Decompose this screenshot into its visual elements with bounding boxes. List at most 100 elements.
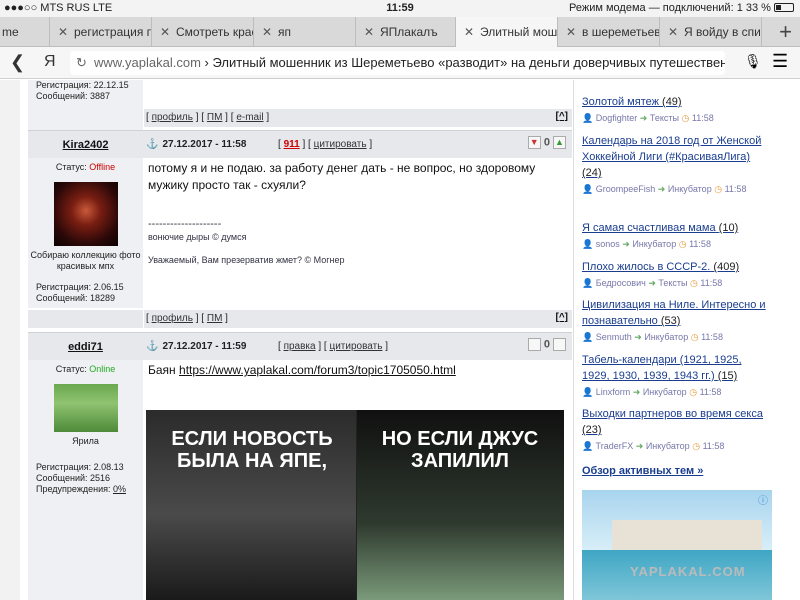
ad-info-icon[interactable]: ⓘ bbox=[758, 492, 768, 507]
post-rating: 0 bbox=[527, 338, 566, 351]
post-text: Баян https://www.yaplakal.com/forum3/top… bbox=[148, 363, 456, 377]
signature-line-2: Уважаемый, Вам презерватив жмет? © Могне… bbox=[148, 255, 345, 265]
modem-status: Режим модема — подключений: 1 33 % bbox=[569, 2, 794, 14]
url-page-title: Элитный мошенник из Шереметьево «разводи… bbox=[212, 55, 726, 70]
username-link[interactable]: eddi71 bbox=[28, 341, 143, 353]
topic-link[interactable]: https://www.yaplakal.com/forum3/topic170… bbox=[179, 363, 456, 377]
sidebar-topic: Выходки партнеров во время секса (23) 👤 … bbox=[582, 408, 763, 451]
url-domain: www.yaplakal.com bbox=[94, 55, 201, 70]
quote-link[interactable]: цитировать bbox=[314, 139, 367, 150]
close-icon[interactable]: ✕ bbox=[262, 17, 272, 47]
clock-icon: ◷ bbox=[714, 184, 723, 194]
url-field[interactable]: ↻ www.yaplakal.com › Элитный мошенник из… bbox=[70, 51, 725, 75]
thumb-up-icon[interactable] bbox=[553, 338, 566, 351]
menu-icon[interactable]: ☰ bbox=[772, 51, 788, 72]
post-text: потому я и не подаю. за работу денег дат… bbox=[148, 161, 536, 192]
user-status: Статус: Online bbox=[55, 364, 116, 374]
ios-status-bar: ●●●○○ MTS RUS LTE 11:59 Режим модема — п… bbox=[0, 0, 800, 17]
tab-0[interactable]: me bbox=[0, 17, 50, 47]
close-icon[interactable]: ✕ bbox=[160, 17, 170, 47]
address-bar-row: ❮ Я ↻ www.yaplakal.com › Элитный мошенни… bbox=[0, 47, 800, 79]
sidebar-topic: Я самая счастливая мама (10) 👤 sonos ➜ И… bbox=[582, 222, 739, 249]
user-info: Регистрация: 2.08.13 Сообщений: 2516 Пре… bbox=[36, 462, 126, 494]
tab-7[interactable]: ✕ Я войду в спис bbox=[660, 17, 762, 47]
anchor-icon[interactable]: ⚓ bbox=[146, 341, 158, 352]
prev-post-footer: [ профиль ] [ ПМ ] [ e-mail ] [^] bbox=[144, 109, 572, 127]
sidebar-topic: Табель-календари (1921, 1925, 1929, 1930… bbox=[582, 354, 742, 397]
scroll-top-link[interactable]: [^] bbox=[556, 111, 569, 122]
post-header: Kira2402 ⚓ 27.12.2017 - 11:58 [ 911 ] [ ц… bbox=[28, 130, 572, 158]
tab-4[interactable]: ✕ ЯПлакалъ bbox=[356, 17, 456, 47]
tab-5-active[interactable]: ✕ Элитный мош bbox=[456, 17, 558, 47]
user-info: Регистрация: 2.06.15 Сообщений: 18289 bbox=[36, 282, 124, 303]
reload-icon[interactable]: ↻ bbox=[76, 51, 87, 75]
username-link[interactable]: Kira2402 bbox=[28, 139, 143, 151]
close-icon[interactable]: ✕ bbox=[58, 17, 68, 47]
page-content: Регистрация: 22.12.15 Сообщений: 3887 [ … bbox=[0, 80, 800, 600]
user-status: Статус: Offline bbox=[55, 162, 116, 172]
avatar[interactable] bbox=[54, 182, 118, 246]
tab-3[interactable]: ✕ яп bbox=[254, 17, 356, 47]
post-kira2402: Kira2402 ⚓ 27.12.2017 - 11:58 [ 911 ] [ ц… bbox=[28, 130, 572, 330]
avatar[interactable] bbox=[54, 384, 118, 432]
clock-icon: ◷ bbox=[689, 387, 698, 397]
right-sidebar: Золотой мятеж (49) 👤 Dogfighter ➜ Тексты… bbox=[573, 80, 800, 600]
prev-user-info: Регистрация: 22.12.15 Сообщений: 3887 bbox=[36, 80, 129, 101]
ad-banner[interactable]: ⓘ bbox=[582, 490, 772, 600]
sidebar-topic: Цивилизация на Ниле. Интересно и познава… bbox=[582, 299, 766, 342]
tab-1[interactable]: ✕ регистрация п bbox=[50, 17, 152, 47]
clock-icon: ◷ bbox=[681, 113, 690, 123]
post-date: 27.12.2017 - 11:59 bbox=[162, 341, 247, 352]
back-chevron-icon[interactable]: ❮ bbox=[10, 52, 25, 73]
microphone-icon[interactable]: 🎙 bbox=[744, 53, 762, 70]
post-footer: [ профиль ] [ ПМ ] [^] bbox=[144, 310, 572, 328]
close-icon[interactable]: ✕ bbox=[668, 17, 678, 47]
edit-link[interactable]: правка bbox=[284, 341, 316, 352]
meme-text-right: НО ЕСЛИ ДЖУС ЗАПИЛИЛ bbox=[381, 428, 539, 472]
post-body: потому я и не подаю. за работу денег дат… bbox=[144, 158, 572, 308]
yandex-logo[interactable]: Я bbox=[44, 53, 56, 71]
email-link[interactable]: e-mail bbox=[236, 112, 263, 123]
clock-icon: ◷ bbox=[692, 441, 701, 451]
meme-text-left: ЕСЛИ НОВОСТЬ БЫЛА НА ЯПЕ, bbox=[171, 428, 333, 472]
clock-icon: ◷ bbox=[690, 332, 699, 342]
active-topics-link[interactable]: Обзор активных тем » bbox=[582, 465, 703, 477]
sidebar-topic: Календарь на 2018 год от Женской Хоккейн… bbox=[582, 135, 762, 194]
user-col: Статус: Offline Собираю коллекцию фото к… bbox=[28, 158, 143, 308]
clock-icon: ◷ bbox=[690, 278, 698, 288]
thumb-up-icon[interactable]: ▲ bbox=[553, 136, 566, 149]
user-col: Статус: Online Ярила Регистрация: 2.08.1… bbox=[28, 360, 143, 600]
quote-link[interactable]: цитировать bbox=[329, 341, 382, 352]
post-number-link[interactable]: 911 bbox=[284, 139, 300, 150]
new-tab-plus-icon[interactable]: + bbox=[779, 19, 792, 45]
user-caption: Ярила bbox=[72, 436, 99, 446]
prev-user-col: Регистрация: 22.12.15 Сообщений: 3887 bbox=[28, 80, 143, 130]
tab-2[interactable]: ✕ Смотреть крас bbox=[152, 17, 254, 47]
prev-post: Регистрация: 22.12.15 Сообщений: 3887 [ … bbox=[28, 80, 572, 130]
close-icon[interactable]: ✕ bbox=[566, 17, 576, 47]
close-icon[interactable]: ✕ bbox=[464, 17, 474, 47]
post-rating: ▼ 0 ▲ bbox=[527, 136, 566, 149]
scroll-top-link[interactable]: [^] bbox=[556, 312, 569, 323]
profile-link[interactable]: профиль bbox=[152, 313, 193, 324]
signature-line-1: вонючие дыры © думся bbox=[148, 232, 247, 242]
pm-link[interactable]: ПМ bbox=[207, 112, 223, 123]
watermark: YAPLAKAL.COM bbox=[630, 564, 746, 579]
thumb-down-icon[interactable]: ▼ bbox=[527, 136, 541, 149]
left-gutter bbox=[0, 80, 20, 600]
post-eddi71: eddi71 ⚓ 27.12.2017 - 11:59 [ правка ] [ … bbox=[28, 332, 572, 600]
sidebar-topic: Золотой мятеж (49) 👤 Dogfighter ➜ Тексты… bbox=[582, 96, 714, 123]
close-icon[interactable]: ✕ bbox=[364, 17, 374, 47]
meme-image[interactable]: ЕСЛИ НОВОСТЬ БЫЛА НА ЯПЕ, НО ЕСЛИ ДЖУС З… bbox=[146, 410, 564, 600]
clock-icon: ◷ bbox=[678, 239, 687, 249]
sidebar-topic: Плохо жилось в СССР-2. (409) 👤 Бедросови… bbox=[582, 261, 740, 288]
post-header: eddi71 ⚓ 27.12.2017 - 11:59 [ правка ] [ … bbox=[28, 332, 572, 360]
profile-link[interactable]: профиль bbox=[152, 112, 193, 123]
tab-6[interactable]: ✕ в шереметьево bbox=[558, 17, 660, 47]
pm-link[interactable]: ПМ bbox=[207, 313, 223, 324]
post-date: 27.12.2017 - 11:58 bbox=[162, 139, 247, 150]
user-caption: Собираю коллекцию фото красивых мпх bbox=[30, 250, 141, 271]
thumb-down-icon[interactable] bbox=[527, 338, 541, 351]
battery-icon bbox=[774, 3, 794, 12]
anchor-icon[interactable]: ⚓ bbox=[146, 139, 158, 150]
